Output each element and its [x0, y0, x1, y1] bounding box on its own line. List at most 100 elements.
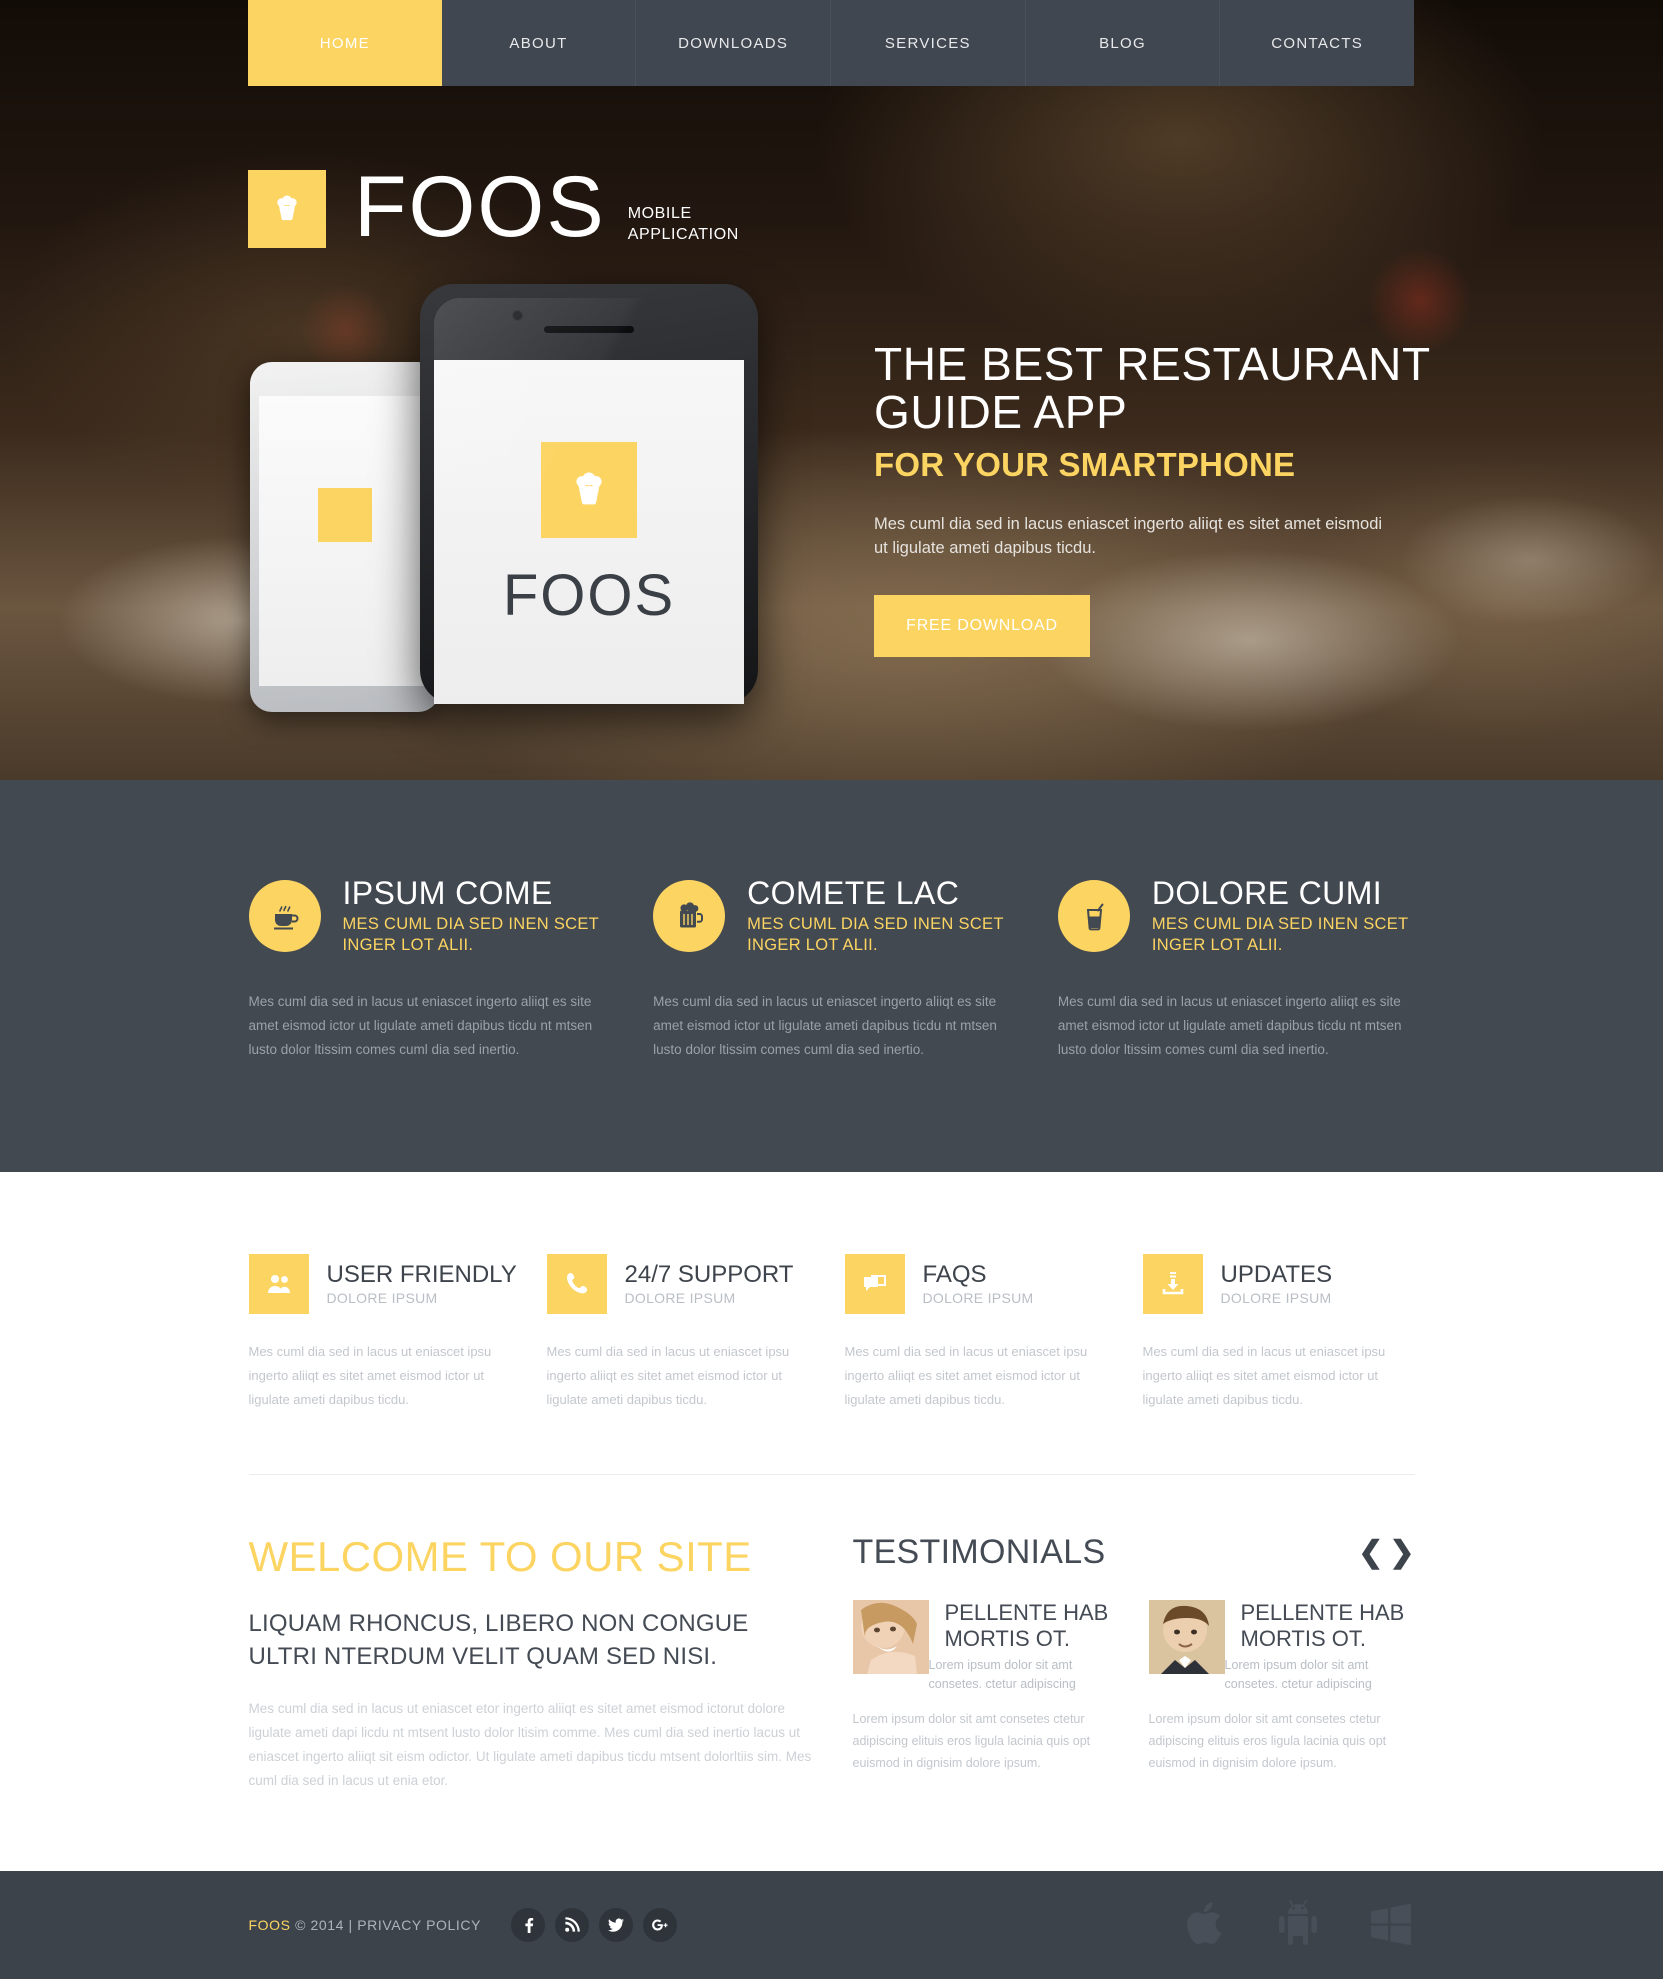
platform-icons [1185, 1897, 1415, 1954]
service-subtitle: DOLORE IPSUM [326, 1290, 438, 1306]
service-title: UPDATES [1220, 1261, 1333, 1288]
chevron-left-icon[interactable]: ❮ [1358, 1537, 1383, 1568]
welcome-heading: WELCOME TO OUR SITE [248, 1533, 752, 1580]
phone-icon [546, 1254, 607, 1314]
nav-item-blog[interactable]: BLOG [1025, 0, 1221, 86]
testimonial-quote-short: Lorem ipsum dolor sit amt consetes. ctet… [1224, 1658, 1372, 1691]
nav-label: BLOG [1099, 34, 1146, 52]
beer-mug-icon [653, 880, 726, 952]
nav-label: DOWNLOADS [678, 34, 789, 52]
phone-screen-wordmark: FOOS [502, 563, 676, 628]
testimonial-name: PELLENTE HAB MORTIS OT. [1240, 1600, 1405, 1651]
feature-subtitle: MES CUML DIA SED INEN SCET INGER LOT ALI… [747, 915, 1004, 954]
feature-body: Mes cuml dia sed in lacus ut eniascet in… [653, 994, 997, 1057]
nav-item-services[interactable]: SERVICES [831, 0, 1026, 86]
service-body: Mes cuml dia sed in lacus ut eniascet ip… [546, 1344, 790, 1407]
feature-title: IPSUM COME [342, 875, 553, 911]
nav-item-downloads[interactable]: DOWNLOADS [636, 0, 832, 86]
feature-subtitle: MES CUML DIA SED INEN SCET INGER LOT ALI… [342, 915, 599, 954]
testimonials-heading: TESTIMONIALS [852, 1533, 1106, 1571]
service-card: UPDATES DOLORE IPSUM Mes cuml dia sed in… [1142, 1254, 1415, 1412]
hero-paragraph: Mes cuml dia sed in lacus eniascet inger… [874, 515, 1383, 557]
feature-title: COMETE LAC [747, 875, 960, 911]
nav-label: SERVICES [884, 34, 971, 52]
features-row: IPSUM COME MES CUML DIA SED INEN SCET IN… [248, 875, 1415, 1062]
testimonial-quote-long: Lorem ipsum dolor sit amt consetes ctetu… [852, 1712, 1091, 1770]
download-tray-icon [1142, 1254, 1203, 1314]
features-section: IPSUM COME MES CUML DIA SED INEN SCET IN… [0, 780, 1663, 1172]
nav-label: CONTACTS [1271, 34, 1364, 52]
drink-glass-icon [1057, 880, 1130, 952]
feature-card: COMETE LAC MES CUML DIA SED INEN SCET IN… [653, 876, 1010, 1062]
cupcake-icon [541, 442, 637, 538]
feature-subtitle: MES CUML DIA SED INEN SCET INGER LOT ALI… [1151, 915, 1409, 954]
page-root: HOME ABOUT DOWNLOADS SERVICES BLOG CONTA… [0, 0, 1663, 1979]
welcome-subheading: LIQUAM RHONCUS, LIBERO NON CONGUE ULTRI … [248, 1610, 749, 1670]
testimonials-carousel-controls: ❮ ❯ [1358, 1537, 1414, 1568]
site-footer: FOOS © 2014 | PRIVACY POLICY [0, 1871, 1663, 1979]
footer-copyright-text: © 2014 | PRIVACY POLICY [290, 1917, 482, 1933]
phone-mockups: FOOS [248, 284, 808, 712]
welcome-testimonials-row: WELCOME TO OUR SITE LIQUAM RHONCUS, LIBE… [249, 1475, 1415, 1871]
feature-body: Mes cuml dia sed in lacus ut eniascet in… [1057, 994, 1402, 1057]
testimonial-item: PELLENTE HAB MORTIS OT. Lorem ipsum dolo… [852, 1600, 1119, 1774]
google-plus-icon[interactable] [643, 1908, 678, 1942]
apple-icon [1185, 1897, 1229, 1954]
nav-label: ABOUT [509, 34, 568, 52]
chevron-right-icon[interactable]: ❯ [1389, 1537, 1414, 1568]
coffee-cup-icon [248, 880, 321, 952]
cupcake-icon [248, 170, 326, 248]
service-body: Mes cuml dia sed in lacus ut eniascet ip… [248, 1344, 492, 1407]
phone-notch [434, 298, 744, 360]
testimonial-quote-short: Lorem ipsum dolor sit amt consetes. ctet… [928, 1658, 1076, 1691]
phone-secondary [250, 362, 440, 712]
logo-wordmark: FOOS [354, 159, 606, 255]
service-card: USER FRIENDLY DOLORE IPSUM Mes cuml dia … [248, 1254, 521, 1412]
feature-title: DOLORE CUMI [1151, 875, 1383, 911]
service-subtitle: DOLORE IPSUM [922, 1290, 1034, 1306]
users-icon [248, 1254, 309, 1314]
nav-item-contacts[interactable]: CONTACTS [1220, 0, 1415, 86]
phone-camera-icon [512, 310, 523, 321]
service-body: Mes cuml dia sed in lacus ut eniascet ip… [1142, 1344, 1386, 1407]
service-body: Mes cuml dia sed in lacus ut eniascet ip… [844, 1344, 1088, 1407]
testimonials-list: PELLENTE HAB MORTIS OT. Lorem ipsum dolo… [852, 1600, 1415, 1774]
testimonial-name: PELLENTE HAB MORTIS OT. [944, 1600, 1109, 1651]
facebook-icon[interactable] [511, 1908, 546, 1942]
logo-tagline-line2: APPLICATION [627, 226, 739, 243]
service-title: FAQS [922, 1261, 987, 1288]
services-row: USER FRIENDLY DOLORE IPSUM Mes cuml dia … [248, 1254, 1415, 1412]
hero-subheading: FOR YOUR SMARTPHONE [874, 446, 1296, 483]
phone-primary: FOOS [420, 284, 772, 704]
hero-text-block: THE BEST RESTAURANT GUIDE APP FOR YOUR S… [874, 284, 1434, 704]
footer-brand: FOOS [248, 1917, 291, 1933]
testimonials-block: TESTIMONIALS ❮ ❯ PELLENTE HAB MORTIS OT.… [852, 1533, 1415, 1793]
hero-content: FOOS THE BEST RESTAURANT GUIDE APP FOR Y… [248, 284, 1663, 712]
service-title: 24/7 SUPPORT [624, 1261, 794, 1288]
service-card: FAQS DOLORE IPSUM Mes cuml dia sed in la… [844, 1254, 1117, 1412]
welcome-block: WELCOME TO OUR SITE LIQUAM RHONCUS, LIBE… [249, 1533, 819, 1793]
service-subtitle: DOLORE IPSUM [624, 1290, 736, 1306]
nav-item-home[interactable]: HOME [248, 0, 442, 86]
phone-primary-screen: FOOS [434, 360, 744, 704]
free-download-button[interactable]: FREE DOWNLOAD [874, 595, 1090, 657]
feature-card: DOLORE CUMI MES CUML DIA SED INEN SCET I… [1057, 875, 1415, 1062]
rss-icon[interactable] [555, 1908, 590, 1942]
logo-tagline: MOBILE APPLICATION [628, 203, 739, 245]
welcome-paragraph: Mes cuml dia sed in lacus ut eniascet et… [248, 1701, 812, 1788]
social-links [511, 1908, 678, 1942]
windows-icon [1367, 1899, 1415, 1952]
site-logo[interactable]: FOOS MOBILE APPLICATION [248, 159, 1663, 255]
nav-label: HOME [319, 34, 370, 52]
hero-section: HOME ABOUT DOWNLOADS SERVICES BLOG CONTA… [0, 0, 1663, 780]
nav-item-about[interactable]: ABOUT [441, 0, 637, 86]
service-card: 24/7 SUPPORT DOLORE IPSUM Mes cuml dia s… [546, 1254, 819, 1412]
hero-heading: THE BEST RESTAURANT GUIDE APP [874, 338, 1430, 438]
logo-tagline-line1: MOBILE [627, 205, 692, 222]
services-section: USER FRIENDLY DOLORE IPSUM Mes cuml dia … [0, 1172, 1663, 1871]
chat-bubbles-icon [844, 1254, 905, 1314]
testimonial-quote-long: Lorem ipsum dolor sit amt consetes ctetu… [1148, 1712, 1387, 1770]
twitter-icon[interactable] [599, 1908, 634, 1942]
phone-secondary-screen [259, 396, 431, 686]
cupcake-icon [318, 488, 372, 542]
